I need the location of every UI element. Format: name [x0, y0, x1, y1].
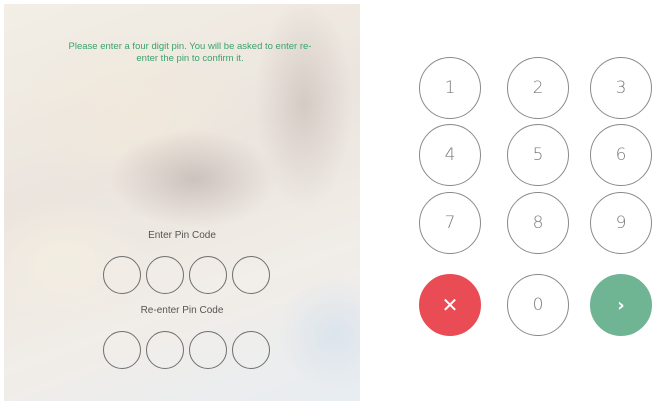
key-2[interactable]: 2 [507, 57, 569, 119]
instructions-text: Please enter a four digit pin. You will … [68, 41, 312, 64]
enter-pin-label: Enter Pin Code [148, 230, 216, 241]
enter-pin-field[interactable] [103, 256, 270, 294]
key-8[interactable]: 8 [507, 192, 569, 254]
key-6[interactable]: 6 [590, 124, 652, 186]
cancel-button[interactable]: ✕ [419, 274, 481, 336]
close-icon: ✕ [441, 293, 459, 317]
key-5[interactable]: 5 [507, 124, 569, 186]
key-1[interactable]: 1 [419, 57, 481, 119]
pin-digit-4 [232, 256, 270, 294]
key-0[interactable]: 0 [507, 274, 569, 336]
reenter-pin-label: Re-enter Pin Code [140, 305, 224, 316]
chevron-right-icon: › [617, 294, 625, 316]
key-7[interactable]: 7 [419, 192, 481, 254]
key-9[interactable]: 9 [590, 192, 652, 254]
pin-digit-3 [189, 256, 227, 294]
key-4[interactable]: 4 [419, 124, 481, 186]
confirm-digit-1 [103, 331, 141, 369]
confirm-digit-2 [146, 331, 184, 369]
next-button[interactable]: › [590, 274, 652, 336]
confirm-digit-3 [189, 331, 227, 369]
confirm-digit-4 [232, 331, 270, 369]
reenter-pin-field[interactable] [103, 331, 270, 369]
key-3[interactable]: 3 [590, 57, 652, 119]
pin-digit-2 [146, 256, 184, 294]
pin-digit-1 [103, 256, 141, 294]
